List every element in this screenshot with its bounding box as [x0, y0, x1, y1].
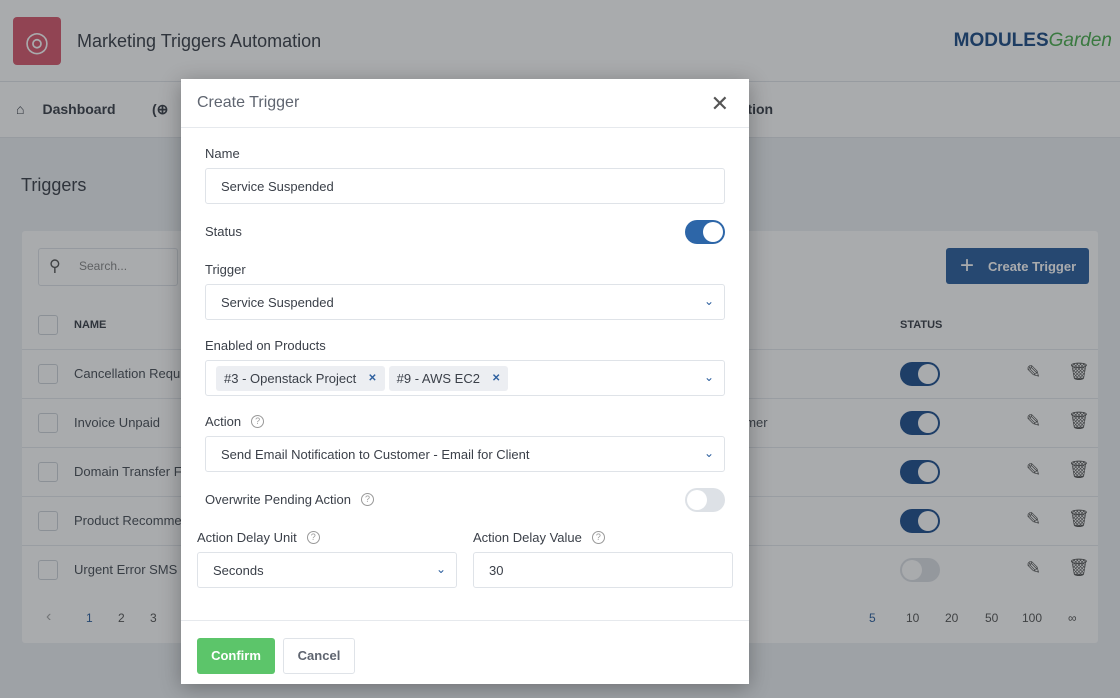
overwrite-label-row: Overwrite Pending Action? — [205, 492, 374, 507]
delay-value-label: Action Delay Value — [473, 530, 582, 545]
help-icon[interactable]: ? — [306, 531, 320, 544]
close-icon[interactable]: ✕ — [711, 91, 729, 117]
help-icon[interactable]: ? — [251, 415, 265, 428]
trigger-label: Trigger — [205, 262, 246, 277]
help-icon[interactable]: ? — [360, 493, 374, 506]
delay-unit-label: Action Delay Unit — [197, 530, 297, 545]
modal-title: Create Trigger — [197, 94, 300, 111]
action-select[interactable]: Send Email Notification to Customer - Em… — [205, 436, 725, 472]
products-multiselect[interactable]: #3 - Openstack Project ✕ #9 - AWS EC2 ✕ ⌄ — [205, 360, 725, 396]
chip-label: #9 - AWS EC2 — [396, 371, 480, 386]
trigger-value: Service Suspended — [221, 295, 334, 310]
name-label: Name — [205, 146, 240, 161]
confirm-button[interactable]: Confirm — [197, 638, 275, 674]
name-input[interactable]: Service Suspended — [205, 168, 725, 204]
delay-value-input[interactable]: 30 — [473, 552, 733, 588]
delay-unit-value: Seconds — [213, 563, 264, 578]
create-trigger-modal: Create Trigger ✕ Name Service Suspended S… — [181, 79, 749, 684]
action-label: Action — [205, 414, 242, 429]
help-icon[interactable]: ? — [591, 531, 605, 544]
cancel-button[interactable]: Cancel — [283, 638, 355, 674]
delay-unit-select[interactable]: Seconds ⌄ — [197, 552, 457, 588]
delay-value-label-row: Action Delay Value? — [473, 530, 605, 545]
chevron-down-icon: ⌄ — [703, 446, 714, 460]
modal-footer: Confirm Cancel — [181, 620, 749, 684]
product-chip: #3 - Openstack Project ✕ — [216, 366, 385, 391]
remove-chip-icon[interactable]: ✕ — [368, 373, 376, 384]
delay-unit-label-row: Action Delay Unit? — [197, 530, 320, 545]
status-label: Status — [205, 224, 242, 239]
trigger-select[interactable]: Service Suspended ⌄ — [205, 284, 725, 320]
overwrite-toggle[interactable] — [685, 488, 725, 512]
chip-label: #3 - Openstack Project — [224, 371, 357, 386]
action-value: Send Email Notification to Customer - Em… — [221, 447, 530, 462]
product-chip: #9 - AWS EC2 ✕ — [388, 366, 509, 391]
chevron-down-icon: ⌄ — [703, 370, 714, 384]
status-toggle[interactable] — [685, 220, 725, 244]
action-label-row: Action? — [205, 414, 265, 429]
products-label: Enabled on Products — [205, 338, 326, 353]
chevron-down-icon: ⌄ — [703, 294, 714, 308]
chevron-down-icon: ⌄ — [435, 562, 446, 576]
overwrite-label: Overwrite Pending Action — [205, 492, 351, 507]
remove-chip-icon[interactable]: ✕ — [492, 373, 500, 384]
